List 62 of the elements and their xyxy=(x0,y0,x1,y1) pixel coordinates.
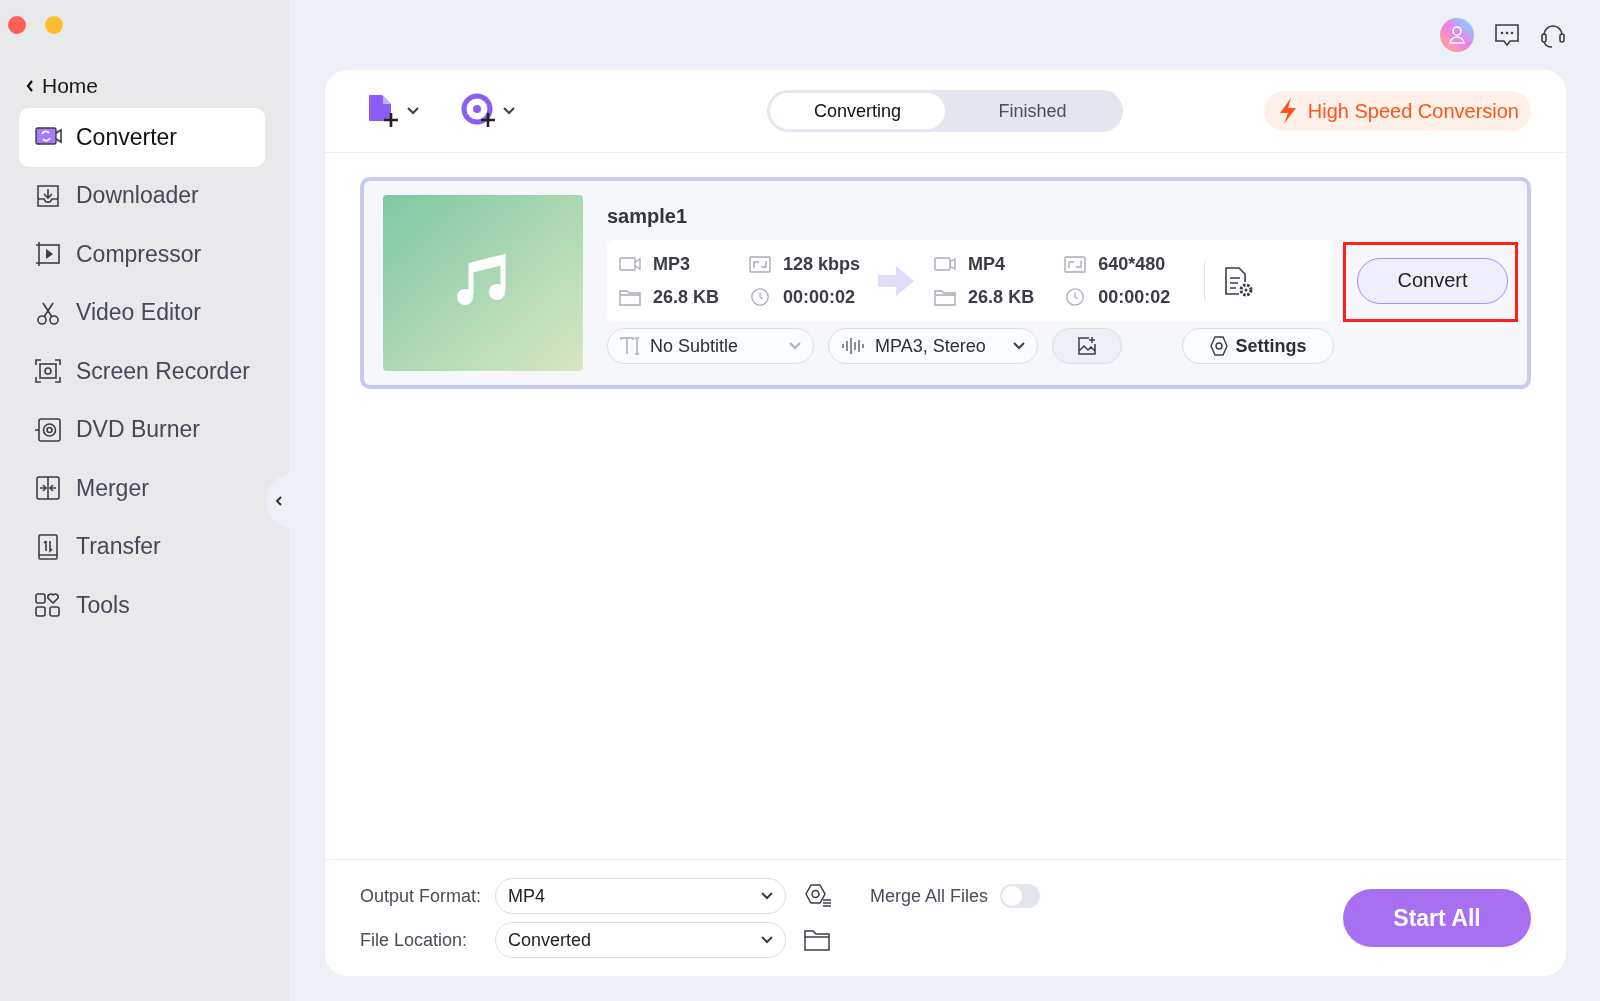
clock-icon xyxy=(1064,287,1087,307)
sidebar-item[interactable]: Compressor xyxy=(19,225,265,284)
output-format-label: Output Format: xyxy=(360,885,482,907)
audio-track-dropdown[interactable]: MPA3, Stereo xyxy=(828,328,1038,364)
text-icon xyxy=(620,337,640,355)
sidebar-item[interactable]: Tools xyxy=(19,576,265,635)
merge-all-files-label: Merge All Files xyxy=(870,885,989,907)
waveform-icon xyxy=(841,337,865,355)
target-size: 26.8 KB xyxy=(934,286,1035,308)
file-location-dropdown[interactable]: Converted xyxy=(495,922,787,958)
output-format-dropdown[interactable]: MP4 xyxy=(495,878,787,914)
target-resolution: 640*480 xyxy=(1064,253,1171,275)
source-duration: 00:00:02 xyxy=(749,286,861,308)
add-image-icon xyxy=(1077,336,1097,356)
add-disc-button[interactable] xyxy=(461,93,515,129)
merge-arrows-icon xyxy=(34,474,62,503)
add-watermark-button[interactable] xyxy=(1052,328,1122,364)
video-camera-icon xyxy=(934,254,957,274)
compress-video-icon xyxy=(34,240,62,269)
sidebar-item[interactable]: Video Editor xyxy=(19,283,265,342)
sidebar-item[interactable]: Downloader xyxy=(19,166,265,225)
sidebar-item[interactable]: Screen Recorder xyxy=(19,342,265,401)
frame-icon xyxy=(1064,254,1087,274)
back-chevron-icon xyxy=(26,80,34,92)
sidebar-item[interactable]: Merger xyxy=(19,459,265,518)
subtitle-dropdown[interactable]: No Subtitle xyxy=(607,328,814,364)
folder-icon xyxy=(934,287,957,307)
add-disc-icon xyxy=(461,93,497,129)
file-location-label: File Location: xyxy=(360,929,469,951)
chevron-left-icon xyxy=(275,495,283,507)
target-format: MP4 xyxy=(934,253,1035,275)
dropdown-caret-icon xyxy=(503,107,515,115)
home-link[interactable]: Home xyxy=(26,74,99,98)
dropdown-caret-icon xyxy=(1013,342,1025,350)
sidebar-item[interactable]: Transfer xyxy=(19,517,265,576)
music-note-icon xyxy=(457,253,506,305)
video-camera-icon xyxy=(619,254,641,274)
source-size: 26.8 KB xyxy=(619,286,720,308)
disc-icon xyxy=(34,415,62,444)
merge-toggle[interactable] xyxy=(1000,884,1041,908)
dropdown-caret-icon xyxy=(789,342,801,350)
source-bitrate: 128 kbps xyxy=(749,253,861,275)
settings-button[interactable]: Settings xyxy=(1182,328,1334,364)
screen-record-icon xyxy=(34,357,62,386)
chat-icon[interactable] xyxy=(1494,23,1520,47)
tab[interactable]: Converting xyxy=(770,93,945,129)
format-settings-icon[interactable] xyxy=(804,883,833,909)
sidebar-item[interactable]: DVD Burner xyxy=(19,400,265,459)
source-format: MP3 xyxy=(619,253,720,275)
clock-icon xyxy=(749,287,772,307)
dropdown-caret-icon xyxy=(761,892,774,900)
dropdown-caret-icon xyxy=(761,936,774,944)
frame-icon xyxy=(749,254,772,274)
tab[interactable]: Finished xyxy=(945,93,1120,129)
grid-heart-icon xyxy=(34,591,62,620)
file-name: sample1 xyxy=(607,205,689,228)
sidebar-item[interactable]: Converter xyxy=(19,108,265,167)
target-duration: 00:00:02 xyxy=(1064,286,1171,308)
dropdown-caret-icon xyxy=(407,107,419,115)
convert-button[interactable]: Convert xyxy=(1357,257,1508,304)
folder-icon xyxy=(619,287,641,307)
folder-icon[interactable] xyxy=(804,929,831,951)
